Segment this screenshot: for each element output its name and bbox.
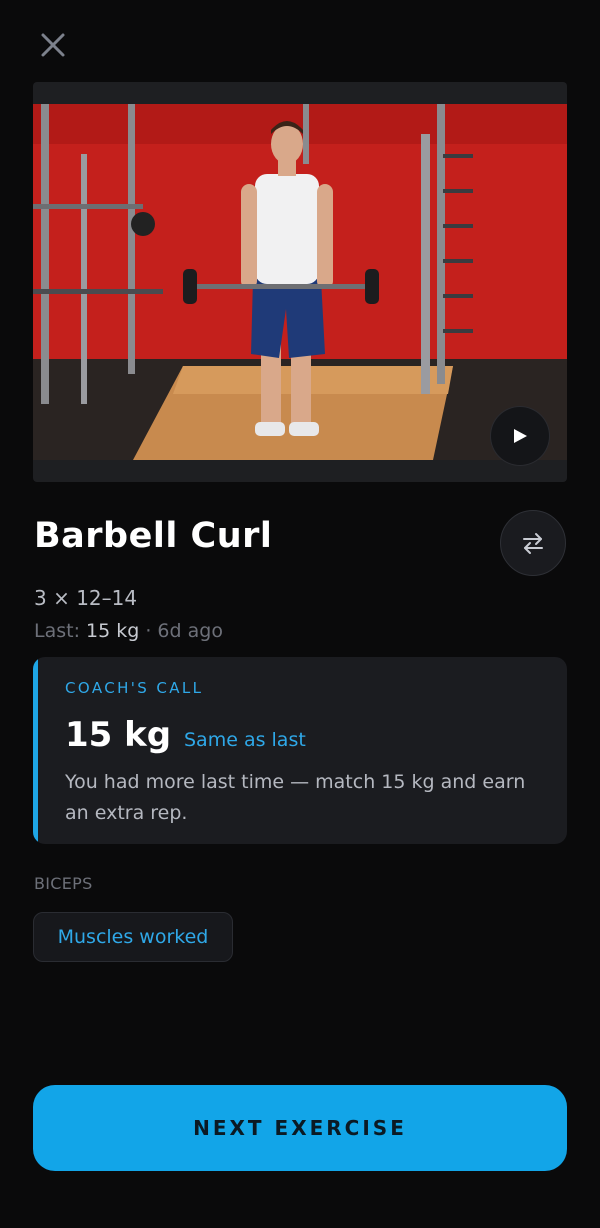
coach-accent-bar [33, 657, 38, 844]
last-prefix: Last: [34, 620, 87, 642]
next-exercise-button[interactable]: NEXT EXERCISE [33, 1085, 567, 1171]
muscles-worked-button[interactable]: Muscles worked [33, 912, 233, 962]
sets-reps: 3 × 12–14 [34, 586, 138, 610]
close-icon [41, 33, 65, 57]
exercise-video[interactable] [33, 82, 567, 482]
video-thumbnail [33, 104, 567, 482]
play-icon [514, 429, 527, 443]
swap-icon [523, 533, 543, 554]
coach-label: COACH'S CALL [65, 679, 204, 697]
close-button[interactable] [32, 24, 74, 66]
coach-call-card: COACH'S CALL 15 kg Same as last You had … [33, 657, 567, 844]
last-performance: Last: 15 kg · 6d ago [34, 620, 223, 642]
muscle-group-label: BICEPS [34, 874, 93, 893]
coach-status: Same as last [184, 729, 306, 751]
coach-message: You had more last time — match 15 kg and… [65, 771, 526, 824]
swap-exercise-button[interactable] [500, 510, 566, 576]
play-button[interactable] [491, 407, 549, 465]
last-weight: 15 kg [86, 620, 140, 642]
last-suffix: · 6d ago [139, 620, 223, 642]
exercise-title: Barbell Curl [34, 516, 273, 556]
coach-weight: 15 kg [65, 715, 172, 755]
